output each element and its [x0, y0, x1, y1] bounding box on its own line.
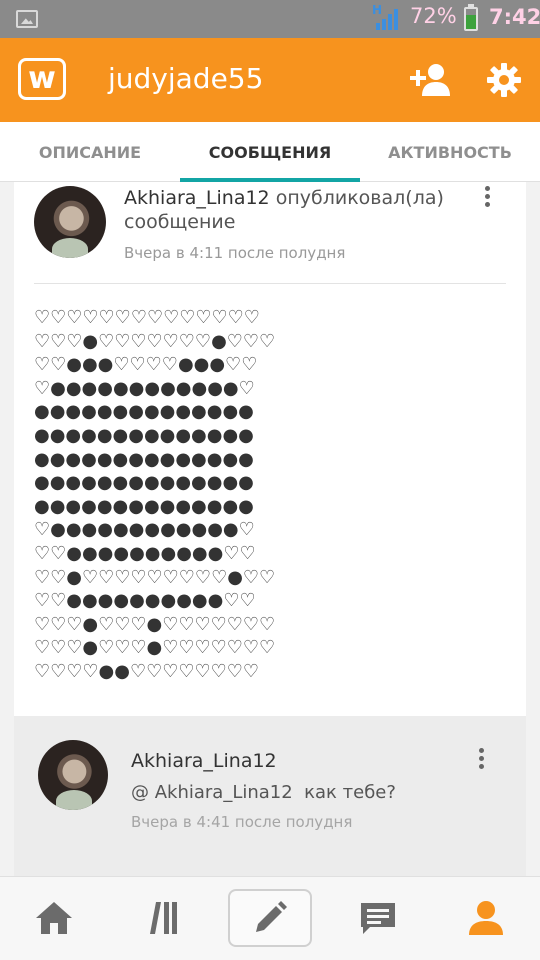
- nav-profile[interactable]: [444, 889, 528, 947]
- more-options-icon[interactable]: [476, 748, 486, 776]
- post-author[interactable]: Akhiara_Lina12: [124, 187, 270, 209]
- message-icon: [361, 903, 395, 934]
- comment-item[interactable]: Akhiara_Lina12 @ Akhiara_Lina12 как тебе…: [14, 716, 526, 880]
- post-timestamp: Вчера в 4:11 после полудня: [124, 244, 346, 262]
- post-body-line: ●●●●●●●●●●●●●●: [34, 472, 254, 494]
- post-body-line: ●●●●●●●●●●●●●●: [34, 495, 254, 517]
- post-body-line: ♡♡♡●♡♡♡●♡♡♡♡♡♡♡: [34, 637, 276, 659]
- pencil-icon: [256, 901, 287, 932]
- post-body-line: ♡♡♡♡♡♡♡♡♡♡♡♡♡♡: [34, 307, 260, 328]
- status-bar: H 72% 7:42: [0, 0, 540, 38]
- post-body-line: ●●●●●●●●●●●●●●: [34, 448, 254, 470]
- battery-percent: 72%: [410, 4, 457, 28]
- nav-library[interactable]: [120, 889, 204, 947]
- post-body: ♡♡♡♡♡♡♡♡♡♡♡♡♡♡ ♡♡♡●♡♡♡♡♡♡♡●♡♡♡ ♡♡●●●♡♡♡♡●●…: [34, 306, 494, 684]
- avatar[interactable]: [34, 186, 106, 258]
- post-body-line: ♡♡♡●♡♡♡♡♡♡♡●♡♡♡: [34, 330, 276, 352]
- message-card: Akhiara_Lina12 опубликовал(ла) сообщение…: [14, 182, 526, 716]
- post-body-line: ♡♡●●●●●●●●●●♡♡: [34, 542, 256, 564]
- tab-description[interactable]: ОПИСАНИЕ: [0, 122, 180, 182]
- clock: 7:42: [489, 5, 540, 29]
- comment-text: @ Akhiara_Lina12 как тебе?: [131, 782, 396, 803]
- post-body-line: ♡♡♡♡●●♡♡♡♡♡♡♡♡: [34, 660, 260, 682]
- profile-icon: [469, 901, 503, 935]
- comment-author[interactable]: Akhiara_Lina12: [131, 750, 277, 772]
- nav-write[interactable]: [228, 889, 312, 947]
- nav-home[interactable]: [12, 889, 96, 947]
- comment-timestamp: Вчера в 4:41 после полудня: [131, 813, 353, 831]
- signal-icon: [376, 9, 398, 30]
- more-options-icon[interactable]: [482, 186, 492, 214]
- post-header: Akhiara_Lina12 опубликовал(ла) сообщение: [124, 186, 464, 234]
- avatar[interactable]: [38, 740, 108, 810]
- post-body-line: ♡♡●♡♡♡♡♡♡♡♡♡●♡♡: [34, 566, 276, 588]
- gear-icon[interactable]: [486, 62, 522, 98]
- post-body-line: ♡♡●●●●●●●●●●♡♡: [34, 590, 256, 612]
- add-user-icon[interactable]: [410, 62, 454, 98]
- screen: { "status_bar": { "network_type": "H", "…: [0, 0, 540, 960]
- post-body-line: ♡●●●●●●●●●●●●♡: [34, 377, 255, 399]
- post-body-line: ●●●●●●●●●●●●●●: [34, 424, 254, 446]
- battery-icon: [464, 4, 478, 31]
- post-body-line: ●●●●●●●●●●●●●●: [34, 401, 254, 423]
- battery-level: [466, 14, 476, 29]
- profile-username: judyjade55: [108, 62, 264, 95]
- home-icon: [36, 902, 72, 934]
- wattpad-logo[interactable]: w: [18, 58, 66, 100]
- tab-activity[interactable]: АКТИВНОСТЬ: [360, 122, 540, 182]
- bottom-navigation: [0, 876, 540, 960]
- tab-messages[interactable]: СООБЩЕНИЯ: [180, 122, 360, 182]
- gallery-icon: [16, 10, 38, 28]
- divider: [34, 283, 506, 284]
- post-body-line: ♡●●●●●●●●●●●●♡: [34, 519, 255, 541]
- app-bar: w judyjade55: [0, 38, 540, 122]
- library-icon: [150, 902, 177, 934]
- nav-messages[interactable]: [336, 889, 420, 947]
- profile-tabs: ОПИСАНИЕ СООБЩЕНИЯ АКТИВНОСТЬ: [0, 122, 540, 182]
- post-body-line: ♡♡♡●♡♡♡●♡♡♡♡♡♡♡: [34, 613, 276, 635]
- post-body-line: ♡♡●●●♡♡♡♡●●●♡♡: [34, 354, 258, 376]
